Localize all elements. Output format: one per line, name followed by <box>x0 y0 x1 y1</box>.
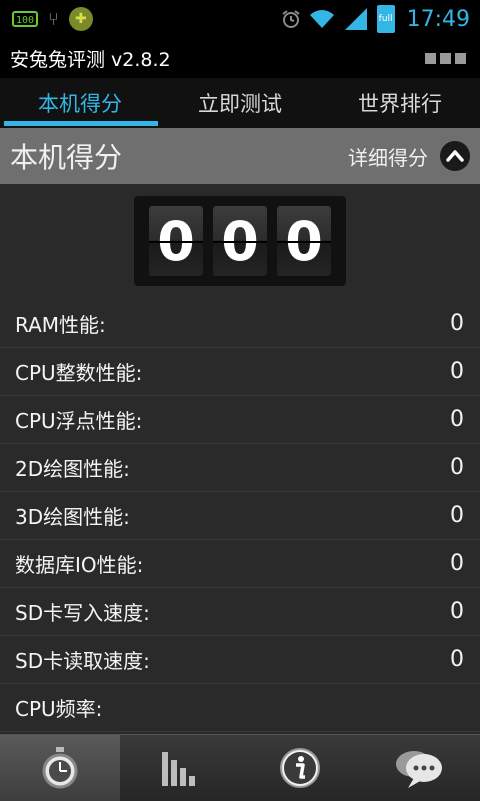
app-title: 安兔兔评测 v2.8.2 <box>10 48 171 71</box>
score-label: RAM性能: <box>15 313 106 337</box>
nav-bar-chart[interactable] <box>120 735 240 801</box>
score-label: CPU频率: <box>15 697 103 721</box>
score-label: 数据库IO性能: <box>15 553 144 577</box>
score-value: 0 <box>450 503 464 528</box>
score-row-database-io: 数据库IO性能: 0 <box>0 540 480 588</box>
score-digit: 0 <box>277 206 331 276</box>
tab-run-test[interactable]: 立即测试 <box>160 78 320 128</box>
nav-info[interactable] <box>240 735 360 801</box>
battery-label: full <box>378 14 393 24</box>
tab-bar: 本机得分 立即测试 世界排行 <box>0 78 480 128</box>
app-title-bar: 安兔兔评测 v2.8.2 <box>0 38 480 78</box>
score-label: CPU浮点性能: <box>15 409 143 433</box>
score-label: 2D绘图性能: <box>15 457 130 481</box>
score-value: 0 <box>450 455 464 480</box>
score-row-3d: 3D绘图性能: 0 <box>0 492 480 540</box>
score-value: 0 <box>450 311 464 336</box>
detail-score-button[interactable]: 详细得分 <box>348 141 480 171</box>
score-value: 0 <box>450 359 464 384</box>
score-label: 3D绘图性能: <box>15 505 130 529</box>
detail-score-label: 详细得分 <box>348 145 428 170</box>
score-value: 0 <box>450 647 464 672</box>
score-row-cpu-frequency: CPU频率: <box>0 684 480 732</box>
score-row-2d: 2D绘图性能: 0 <box>0 444 480 492</box>
clock: 17:49 <box>406 6 470 32</box>
wifi-icon <box>309 10 334 28</box>
bar-chart-icon <box>162 752 195 786</box>
chat-bubble-icon <box>396 751 442 788</box>
score-row-cpu-integer: CPU整数性能: 0 <box>0 348 480 396</box>
score-value: 0 <box>450 599 464 624</box>
section-title: 本机得分 <box>10 141 123 174</box>
nav-chat[interactable] <box>360 735 480 801</box>
status-bar: 100 ⑂ ✚ full 17:49 <box>0 0 480 38</box>
nav-stopwatch[interactable] <box>0 735 120 801</box>
menu-icon[interactable] <box>425 52 466 64</box>
score-list: RAM性能: 0 CPU整数性能: 0 CPU浮点性能: 0 2D绘图性能: 0… <box>0 300 480 732</box>
chevron-up-icon[interactable] <box>440 141 470 171</box>
score-row-ram: RAM性能: 0 <box>0 300 480 348</box>
bottom-nav <box>0 734 480 801</box>
score-digit: 0 <box>149 206 203 276</box>
score-label: SD卡读取速度: <box>15 649 150 673</box>
signal-icon <box>344 8 367 30</box>
battery-icon: full <box>376 5 395 33</box>
app-notification-icon: ✚ <box>68 7 93 31</box>
score-value: 0 <box>450 407 464 432</box>
tab-world-ranking[interactable]: 世界排行 <box>320 78 480 128</box>
score-digit: 0 <box>213 206 267 276</box>
alarm-icon <box>281 10 300 28</box>
stopwatch-icon <box>42 747 78 789</box>
usb-icon: ⑂ <box>48 8 59 30</box>
score-label: CPU整数性能: <box>15 361 143 385</box>
score-row-cpu-float: CPU浮点性能: 0 <box>0 396 480 444</box>
score-label: SD卡写入速度: <box>15 601 150 625</box>
info-icon <box>280 748 320 788</box>
battery-notification-icon: 100 <box>12 11 38 27</box>
tab-my-score[interactable]: 本机得分 <box>0 78 160 128</box>
score-value: 0 <box>450 551 464 576</box>
score-row-sd-read: SD卡读取速度: 0 <box>0 636 480 684</box>
score-row-sd-write: SD卡写入速度: 0 <box>0 588 480 636</box>
section-header: 本机得分 详细得分 <box>0 128 480 184</box>
total-score-counter: 0 0 0 <box>134 196 346 286</box>
